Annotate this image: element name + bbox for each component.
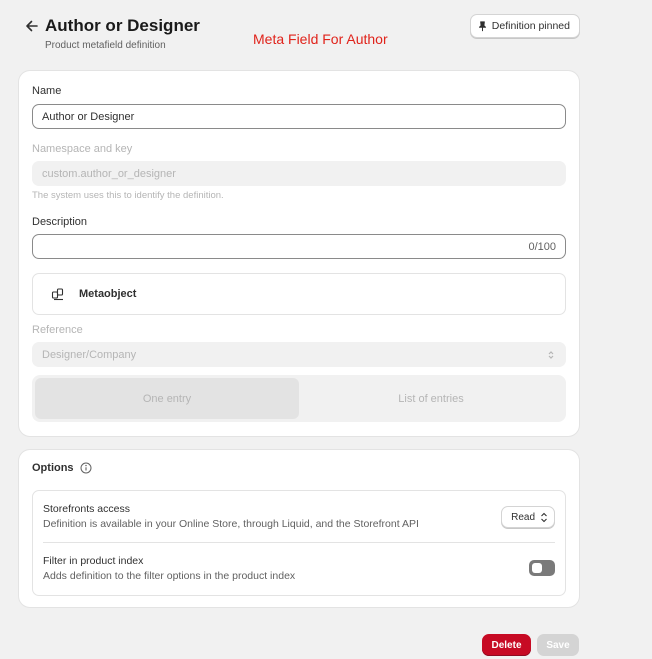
info-icon[interactable] [80,462,92,474]
toggle-knob [532,563,542,573]
description-label: Description [32,216,88,228]
reference-label: Reference [32,324,83,336]
page-header: Author or Designer Product metafield def… [24,14,580,54]
name-input-value: Author or Designer [42,110,135,123]
option-name: Storefronts access [43,503,130,515]
options-list: Storefronts access Definition is availab… [32,490,566,596]
options-card: Options Storefronts access Definition is… [19,450,579,607]
type-name: Metaobject [79,288,137,300]
reference-select-value: Designer/Company [42,348,137,361]
segment-list-of-entries[interactable]: List of entries [299,378,563,419]
annotation-text: Meta Field For Author [253,31,388,47]
description-counter: 0/100 [528,240,556,253]
description-input[interactable]: 0/100 [32,234,566,259]
chevron-up-down-icon [541,512,547,522]
type-selector[interactable]: Metaobject [32,273,566,315]
entry-count-segmented-control: One entry List of entries [32,375,566,422]
chevron-up-down-icon [548,350,554,359]
page-subtitle: Product metafield definition [45,40,166,51]
name-input[interactable]: Author or Designer [32,104,566,129]
metaobject-icon [51,288,64,301]
option-filter-product-index: Filter in product index Adds definition … [43,543,555,595]
namespace-label: Namespace and key [32,143,133,155]
definition-card: Name Author or Designer Namespace and ke… [19,71,579,436]
option-name: Filter in product index [43,555,144,567]
arrow-left-icon[interactable] [24,18,40,34]
pin-icon [478,20,486,31]
segment-one-entry[interactable]: One entry [35,378,299,419]
option-storefronts-access: Storefronts access Definition is availab… [43,491,555,543]
namespace-input-value: custom.author_or_designer [42,167,176,180]
namespace-input: custom.author_or_designer [32,161,566,186]
option-description: Adds definition to the filter options in… [43,570,296,582]
save-button[interactable]: Save [537,634,579,656]
namespace-help-text: The system uses this to identify the def… [32,190,224,201]
definition-pinned-button[interactable]: Definition pinned [469,14,580,38]
name-label: Name [32,85,62,97]
options-title: Options [32,462,74,474]
reference-select: Designer/Company [32,342,566,367]
storefronts-access-select[interactable]: Read [501,506,555,528]
page-title: Author or Designer [45,16,200,35]
pin-button-label: Definition pinned [491,20,570,32]
storefronts-access-value: Read [511,511,535,523]
delete-button[interactable]: Delete [482,634,531,656]
options-heading: Options [32,462,92,474]
option-description: Definition is available in your Online S… [43,518,419,530]
filter-product-index-toggle[interactable] [529,560,555,576]
